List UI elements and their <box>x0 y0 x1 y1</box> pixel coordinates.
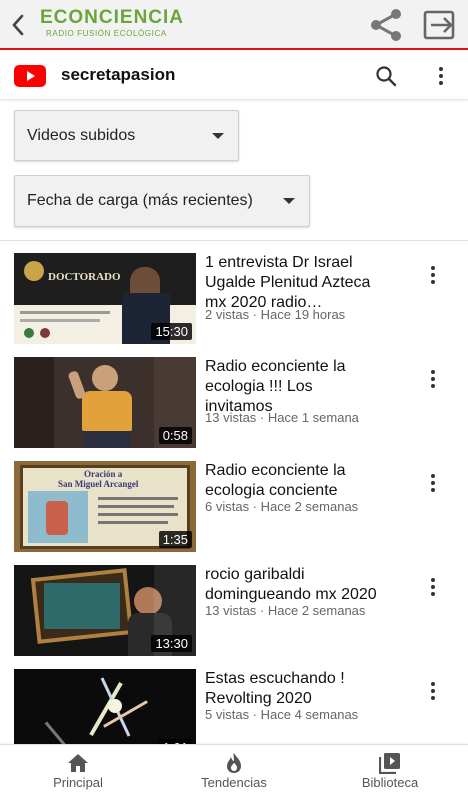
nav-trending-label: Tendencias <box>201 775 267 790</box>
logo-title: ECONCIENCIA <box>40 7 185 28</box>
youtube-logo-icon[interactable] <box>14 65 46 87</box>
video-title[interactable]: Radio econciente la ecologia conciente <box>205 461 405 501</box>
library-icon <box>378 751 402 775</box>
video-title-line: Radio econciente la <box>205 358 346 375</box>
more-vert-icon <box>431 474 435 492</box>
video-item[interactable]: DOCTORADO 15:30 1 entrevista Dr Israel U… <box>0 253 468 349</box>
video-meta: 13 vistas · Hace 1 semana <box>205 410 359 425</box>
more-vert-icon <box>431 266 435 284</box>
channel-more-button[interactable] <box>430 62 452 90</box>
nav-library[interactable]: Biblioteca <box>312 745 468 800</box>
thumb-text: DOCTORADO <box>48 271 121 283</box>
video-title-line: Ugalde Plenitud Azteca <box>205 274 371 291</box>
video-title-line: ecologia !!! Los <box>205 378 313 395</box>
nav-home-label: Principal <box>53 775 103 790</box>
duration-badge: 0:58 <box>158 427 192 444</box>
back-button[interactable] <box>6 10 30 40</box>
chevron-left-icon <box>12 14 24 36</box>
video-title[interactable]: Estas escuchando ! Revolting 2020 <box>205 669 405 709</box>
video-more-button[interactable] <box>424 263 442 287</box>
share-button[interactable] <box>366 6 406 44</box>
video-title[interactable]: 1 entrevista Dr Israel Ugalde Plenitud A… <box>205 253 405 313</box>
duration-badge: 15:30 <box>151 323 192 340</box>
more-vert-icon <box>431 578 435 596</box>
video-title[interactable]: rocio garibaldi domingueando mx 2020 <box>205 565 405 605</box>
video-title-line: Radio econciente la <box>205 462 346 479</box>
video-title-line: Revolting 2020 <box>205 690 312 707</box>
video-meta: 13 vistas · Hace 2 semanas <box>205 603 366 618</box>
divider <box>0 240 468 241</box>
video-type-label: Videos subidos <box>27 127 136 144</box>
more-vert-icon <box>431 682 435 700</box>
nav-home[interactable]: Principal <box>0 745 156 800</box>
app-header: ECONCIENCIA RADIO FUSIÓN ECOLÓGICA <box>0 0 468 50</box>
thumb-text: Oración a <box>84 469 123 479</box>
more-vert-icon <box>431 370 435 388</box>
video-more-button[interactable] <box>424 575 442 599</box>
sort-label: Fecha de carga (más recientes) <box>27 192 253 209</box>
duration-badge: 1:35 <box>158 531 192 548</box>
search-icon <box>376 66 397 87</box>
video-thumbnail[interactable]: DOCTORADO 15:30 <box>14 253 196 344</box>
search-button[interactable] <box>372 62 400 90</box>
nav-library-label: Biblioteca <box>361 775 419 790</box>
video-more-button[interactable] <box>424 679 442 703</box>
channel-bar: secretapasion <box>0 52 468 100</box>
exit-button[interactable] <box>422 8 458 42</box>
video-more-button[interactable] <box>424 367 442 391</box>
video-title-line: Estas escuchando ! <box>205 670 345 687</box>
more-vert-icon <box>439 67 443 85</box>
app-logo: ECONCIENCIA RADIO FUSIÓN ECOLÓGICA <box>40 7 185 43</box>
exit-icon <box>423 10 455 40</box>
share-icon <box>371 9 401 41</box>
dropdown-arrow-icon <box>283 198 295 204</box>
video-title[interactable]: Radio econciente la ecologia !!! Los inv… <box>205 357 405 417</box>
video-thumbnail[interactable]: 13:30 <box>14 565 196 656</box>
video-title-line: rocio garibaldi <box>205 566 305 583</box>
video-more-button[interactable] <box>424 471 442 495</box>
channel-name: secretapasion <box>61 65 176 84</box>
video-meta: 5 vistas · Hace 4 semanas <box>205 707 359 722</box>
video-type-dropdown[interactable]: Videos subidos <box>14 110 239 161</box>
video-item[interactable]: 0:58 Radio econciente la ecologia !!! Lo… <box>0 357 468 453</box>
bottom-nav: Principal Tendencias Biblioteca <box>0 744 468 800</box>
video-title-line: ecologia conciente <box>205 482 338 499</box>
dropdown-arrow-icon <box>212 133 224 139</box>
thumb-text: San Miguel Arcangel <box>58 479 139 489</box>
video-item[interactable]: 13:30 rocio garibaldi domingueando mx 20… <box>0 565 468 661</box>
home-icon <box>66 751 90 775</box>
video-thumbnail[interactable]: 0:58 <box>14 357 196 448</box>
video-meta: 6 vistas · Hace 2 semanas <box>205 499 359 514</box>
nav-trending[interactable]: Tendencias <box>156 745 312 800</box>
sort-dropdown[interactable]: Fecha de carga (más recientes) <box>14 175 310 227</box>
video-item[interactable]: Oración a San Miguel Arcangel 1:35 Radio… <box>0 461 468 557</box>
video-title-line: 1 entrevista Dr Israel <box>205 254 353 271</box>
video-meta: 2 vistas · Hace 19 horas <box>205 307 346 322</box>
duration-badge: 13:30 <box>151 635 192 652</box>
video-title-line: domingueando mx 2020 <box>205 586 377 603</box>
logo-subtitle: RADIO FUSIÓN ECOLÓGICA <box>46 29 167 38</box>
video-thumbnail[interactable]: Oración a San Miguel Arcangel 1:35 <box>14 461 196 552</box>
flame-icon <box>222 751 246 775</box>
